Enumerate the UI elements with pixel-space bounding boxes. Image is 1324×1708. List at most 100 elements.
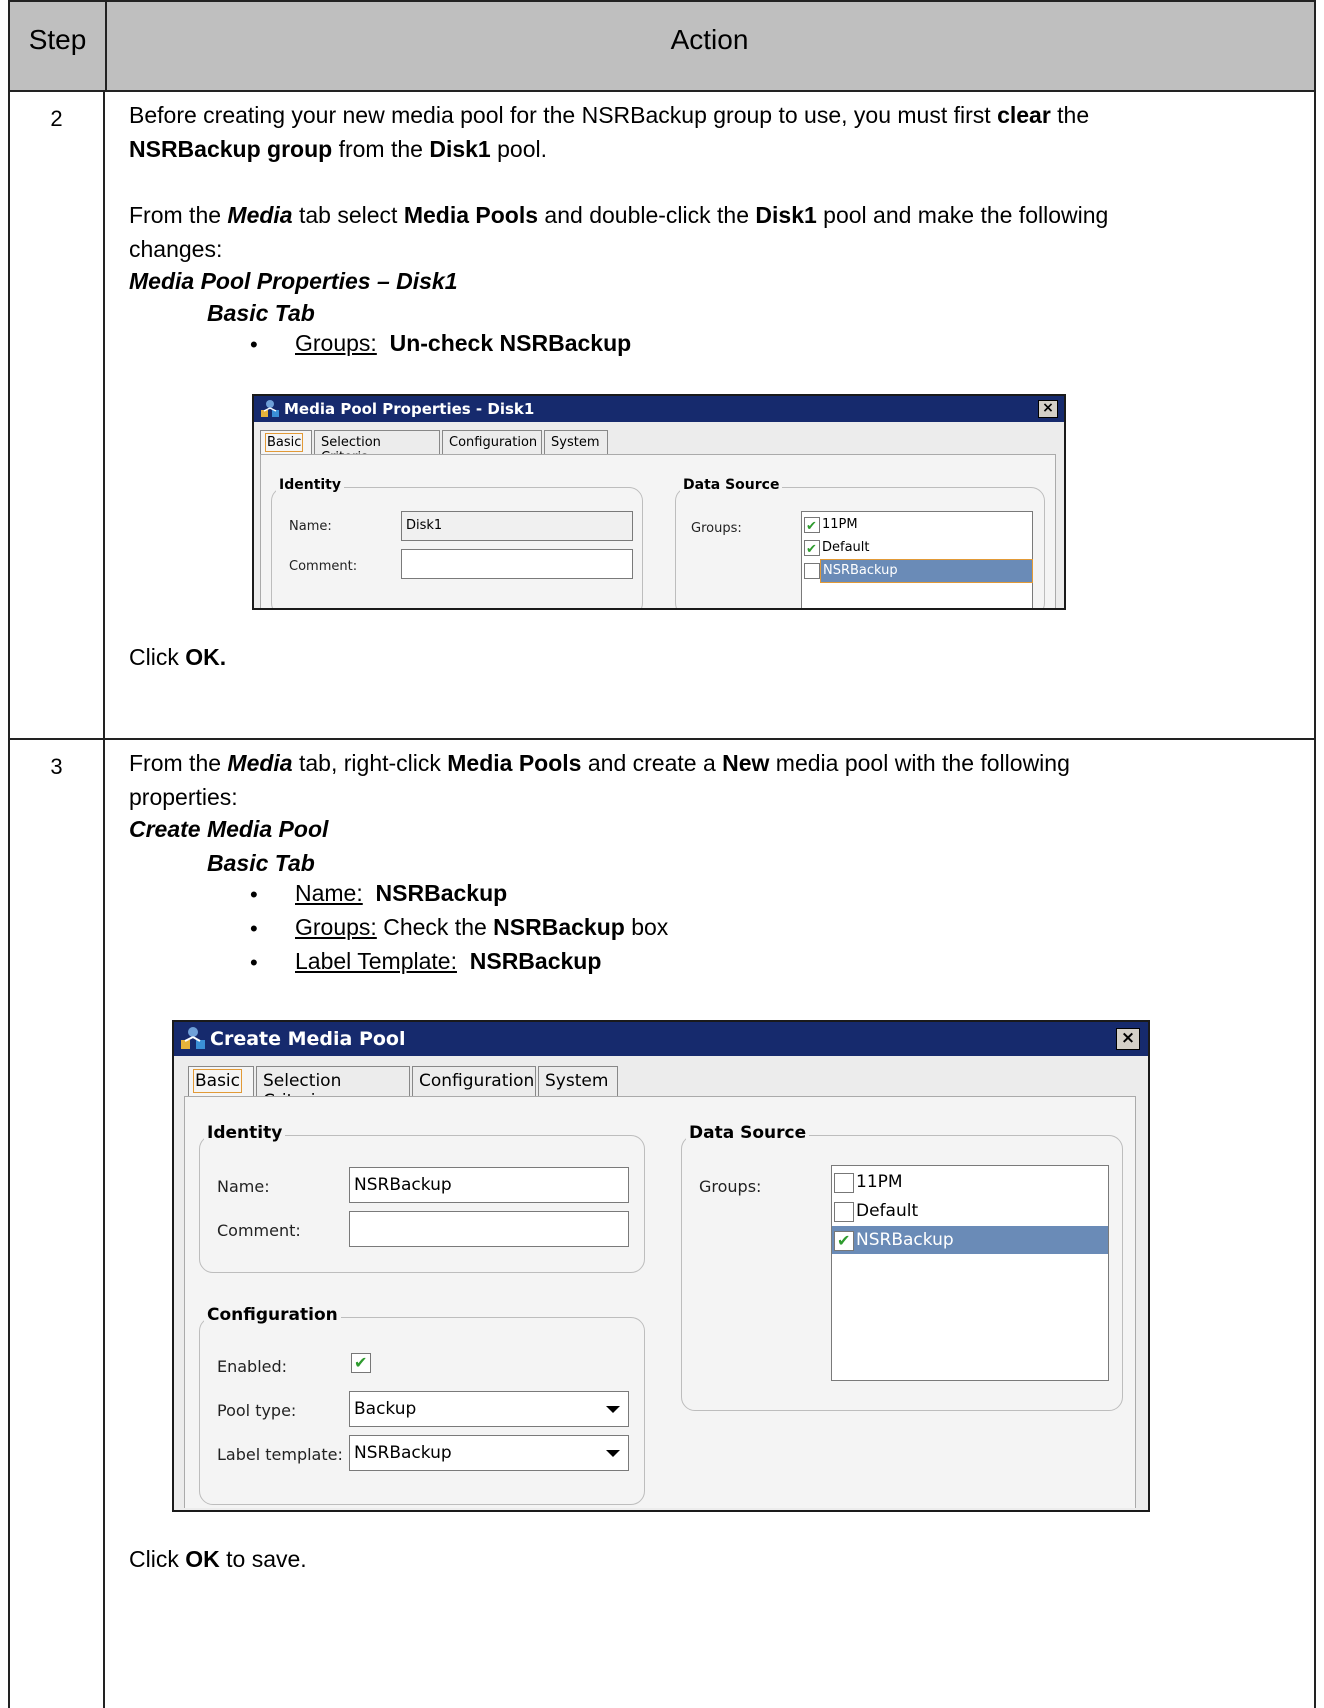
tab-panel: Identity Name: NSRBackup Comment: Config…	[184, 1096, 1136, 1508]
tab-system[interactable]: System	[538, 1066, 618, 1096]
paragraph: From the Media tab select Media Pools an…	[129, 198, 1108, 232]
table-row-step-3: 3 From the Media tab, right-click Media …	[8, 740, 1316, 1708]
tab-selection-criteria[interactable]: Selection Criteria	[256, 1066, 410, 1111]
action-cell: Before creating your new media pool for …	[105, 92, 1314, 738]
pool-type-label: Pool type:	[217, 1401, 297, 1420]
list-item-label: Default	[822, 540, 870, 555]
label-template-select[interactable]: NSRBackup	[349, 1435, 629, 1471]
list-item-label: Default	[856, 1201, 919, 1221]
configuration-heading: Configuration	[204, 1305, 341, 1325]
text: From the	[129, 750, 228, 776]
groups-listbox[interactable]: 11PM Default ✔ NSRBackup	[831, 1165, 1109, 1381]
tab-system[interactable]: System	[544, 430, 608, 454]
text: Media	[227, 202, 293, 228]
list-item[interactable]: Default	[832, 1197, 1108, 1225]
checkbox[interactable]: ✔	[834, 1231, 854, 1251]
text: tab select	[292, 202, 404, 228]
close-button[interactable]: ×	[1038, 400, 1058, 418]
text: NSRBackup	[493, 914, 625, 940]
list-item[interactable]: ✔ Default	[802, 537, 1032, 559]
dialog-titlebar: Create Media Pool ×	[174, 1022, 1148, 1056]
list-item-label: 11PM	[856, 1172, 903, 1192]
comment-field[interactable]	[349, 1211, 629, 1247]
check-icon: ✔	[806, 519, 817, 534]
close-button[interactable]: ×	[1116, 1028, 1140, 1050]
bullet-item: Label Template: NSRBackup	[295, 944, 601, 978]
enabled-label: Enabled:	[217, 1357, 288, 1376]
list-item-label: 11PM	[822, 517, 858, 532]
dialog-titlebar: Media Pool Properties - Disk1 ×	[254, 396, 1064, 422]
table-row-step-2: 2 Before creating your new media pool fo…	[8, 92, 1316, 740]
tab-strip: Basic Selection Criteria Configuration S…	[254, 424, 1064, 465]
paragraph: Click OK.	[129, 640, 226, 674]
dialog-title: Media Pool Properties - Disk1	[284, 400, 535, 418]
text: OK.	[185, 644, 227, 670]
checkbox[interactable]: ✔	[804, 540, 820, 557]
action-cell: From the Media tab, right-click Media Po…	[105, 740, 1314, 1708]
checkbox[interactable]: ✔	[804, 517, 820, 534]
groups-label: Groups:	[691, 521, 742, 536]
text: Before creating your new media pool for …	[129, 102, 998, 128]
list-item[interactable]: ✔ 11PM	[802, 514, 1032, 536]
comment-field[interactable]	[401, 549, 633, 579]
text: clear	[997, 102, 1051, 128]
tab-basic[interactable]: Basic	[260, 430, 312, 454]
text: Click	[129, 1546, 186, 1572]
groups-listbox[interactable]: ✔ 11PM ✔ Default NSRBackup	[801, 511, 1033, 608]
create-media-pool-dialog: Create Media Pool × Basic Selection Crit…	[172, 1020, 1150, 1512]
text: media pool with the following	[769, 750, 1070, 776]
bullet-icon: •	[250, 882, 258, 907]
identity-heading: Identity	[276, 477, 345, 493]
text: Label Template:	[295, 948, 457, 974]
label-template-label: Label template:	[217, 1445, 343, 1464]
text: pool and make the following	[816, 202, 1109, 228]
pool-type-select[interactable]: Backup	[349, 1391, 629, 1427]
text: Media Pools	[403, 202, 539, 228]
paragraph: changes:	[129, 236, 223, 262]
table-header: Step Action	[8, 0, 1316, 92]
text: Click	[129, 644, 186, 670]
dialog-title: Create Media Pool	[210, 1028, 406, 1050]
enabled-checkbox[interactable]: ✔	[351, 1353, 371, 1373]
text: Check the	[376, 914, 494, 940]
identity-group: Identity	[199, 1123, 645, 1273]
bullet-icon: •	[250, 950, 258, 975]
groups-label: Groups:	[699, 1177, 762, 1196]
pool-type-value: Backup	[354, 1399, 417, 1419]
check-icon: ✔	[837, 1231, 851, 1250]
text: Media Pools	[447, 750, 582, 776]
tab-basic[interactable]: Basic	[188, 1066, 254, 1096]
text: NSRBackup	[469, 948, 602, 974]
comment-label: Comment:	[217, 1221, 301, 1240]
text: Groups:	[295, 914, 377, 940]
name-field[interactable]: NSRBackup	[349, 1167, 629, 1203]
checkbox[interactable]	[834, 1202, 854, 1222]
checkbox[interactable]	[804, 563, 820, 579]
text: Disk1	[429, 136, 491, 162]
bullet-icon: •	[250, 916, 258, 941]
comment-label: Comment:	[289, 559, 358, 574]
list-item[interactable]: 11PM	[832, 1168, 1108, 1196]
tab-selection-criteria[interactable]: Selection Criteria	[314, 430, 440, 465]
text: pool.	[490, 136, 547, 162]
list-item-label: NSRBackup	[820, 559, 1033, 583]
checkbox[interactable]	[834, 1173, 854, 1193]
text: tab, right-click	[292, 750, 448, 776]
list-item[interactable]: NSRBackup	[802, 559, 1033, 583]
name-label: Name:	[217, 1177, 270, 1196]
paragraph: properties:	[129, 784, 238, 810]
bullet-item: Name: NSRBackup	[295, 876, 507, 910]
bullet-icon: •	[250, 332, 258, 357]
media-pool-icon	[261, 400, 279, 417]
paragraph: Before creating your new media pool for …	[129, 98, 1089, 132]
name-field[interactable]: Disk1	[401, 511, 633, 541]
bullet-item: Groups: Check the NSRBackup box	[295, 910, 668, 944]
subsection-heading: Basic Tab	[207, 300, 315, 326]
tab-configuration[interactable]: Configuration	[442, 430, 542, 454]
list-item[interactable]: ✔ NSRBackup	[832, 1226, 1108, 1254]
text: and double-click the	[538, 202, 756, 228]
text: Un-check NSRBackup	[389, 330, 632, 356]
tab-configuration[interactable]: Configuration	[412, 1066, 536, 1096]
text: NSRBackup group	[129, 136, 333, 162]
text: NSRBackup	[375, 880, 508, 906]
